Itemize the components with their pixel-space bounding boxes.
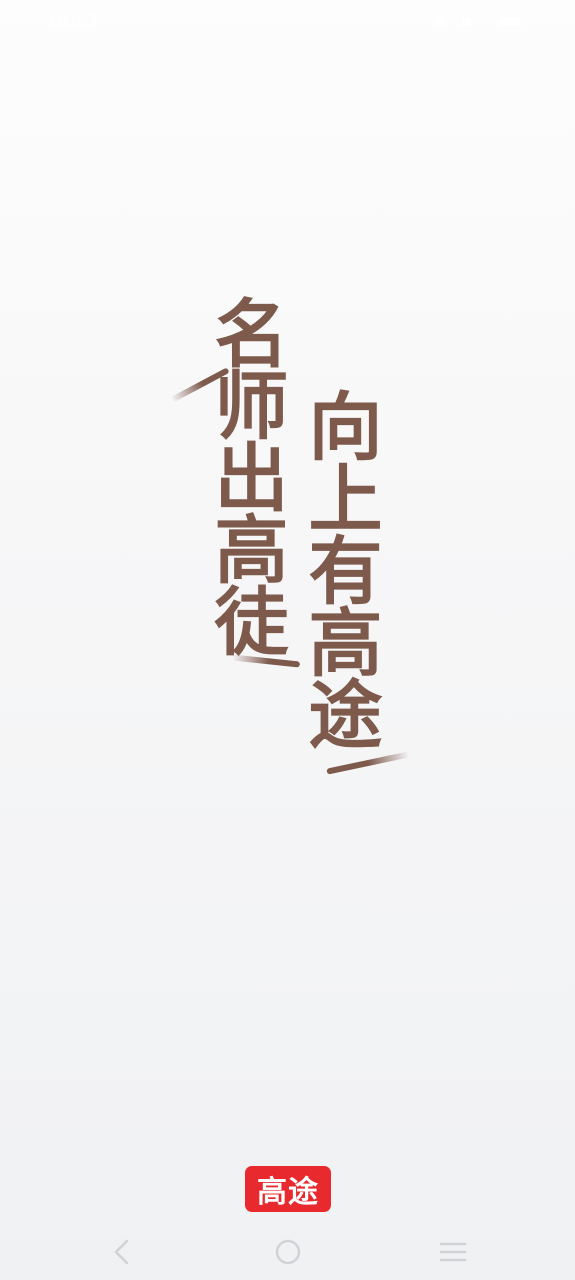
menu-lines-icon (439, 1242, 467, 1262)
brush-stroke-bottom (326, 751, 410, 775)
slogan-right-column: 向上有高途 (296, 388, 382, 748)
back-button[interactable] (102, 1232, 142, 1272)
splash-slogan: 名师出高徒 向上有高途 (0, 0, 575, 1280)
slogan-left-column: 名师出高徒 (202, 295, 288, 655)
app-logo-text: 高途 (257, 1175, 319, 1210)
home-circle-icon (275, 1239, 301, 1265)
brush-stroke-middle (231, 654, 301, 668)
home-button[interactable] (268, 1232, 308, 1272)
back-chevron-icon (114, 1239, 129, 1265)
app-logo: 高途 (245, 1166, 331, 1212)
recent-apps-button[interactable] (433, 1232, 473, 1272)
system-navigation-bar (0, 1224, 575, 1280)
